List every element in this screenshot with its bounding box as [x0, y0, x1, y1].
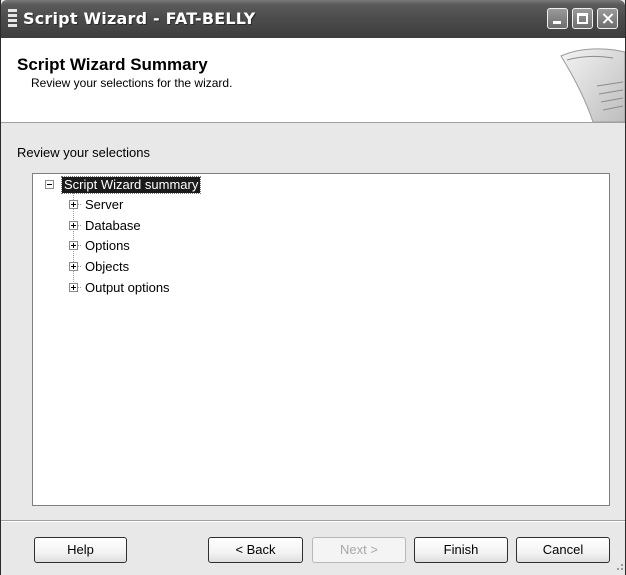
minimize-button[interactable] — [547, 8, 568, 29]
back-button[interactable]: < Back — [208, 537, 303, 563]
window-title: Script Wizard - FAT-BELLY — [23, 9, 256, 28]
finish-button[interactable]: Finish — [414, 537, 508, 563]
expand-icon[interactable] — [69, 283, 78, 292]
scroll-graphic-icon — [560, 48, 625, 122]
tree-node-label[interactable]: Options — [85, 238, 130, 254]
maximize-button[interactable] — [572, 8, 593, 29]
help-button[interactable]: Help — [34, 537, 127, 563]
resize-grip-icon[interactable] — [613, 560, 625, 572]
page-subtitle: Review your selections for the wizard. — [31, 76, 233, 90]
cancel-button[interactable]: Cancel — [516, 537, 610, 563]
tree-node-label[interactable]: Output options — [85, 280, 170, 296]
expand-icon[interactable] — [69, 241, 78, 250]
page-title: Script Wizard Summary — [17, 55, 208, 74]
title-bar[interactable]: Script Wizard - FAT-BELLY — [1, 0, 625, 38]
wizard-header: Script Wizard Summary Review your select… — [1, 38, 625, 123]
close-button[interactable] — [597, 8, 618, 29]
tree-node-label[interactable]: Server — [85, 197, 123, 213]
footer-divider — [1, 520, 625, 522]
next-button: Next > — [312, 537, 406, 563]
script-wizard-window: Script Wizard - FAT-BELLY Script Wizard … — [0, 0, 626, 575]
tree-node-label[interactable]: Database — [85, 218, 141, 234]
collapse-icon[interactable] — [45, 180, 54, 189]
expand-icon[interactable] — [69, 200, 78, 209]
expand-icon[interactable] — [69, 221, 78, 230]
review-label: Review your selections — [17, 145, 150, 160]
summary-tree[interactable]: Script Wizard summary Server Database Op… — [32, 173, 610, 506]
tree-root-label[interactable]: Script Wizard summary — [60, 176, 202, 194]
app-icon — [8, 9, 17, 29]
tree-node-label[interactable]: Objects — [85, 259, 129, 275]
expand-icon[interactable] — [69, 262, 78, 271]
